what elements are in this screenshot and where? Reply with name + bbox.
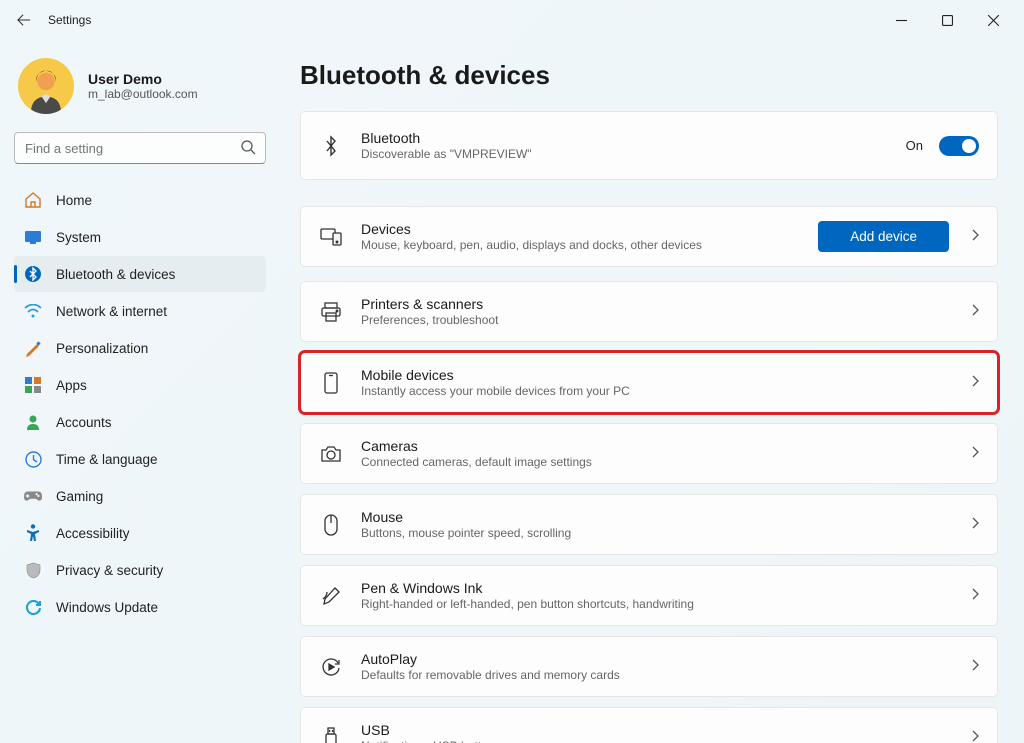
setting-card-autoplay[interactable]: AutoPlayDefaults for removable drives an… xyxy=(300,636,998,697)
setting-card-pen[interactable]: Pen & Windows InkRight-handed or left-ha… xyxy=(300,565,998,626)
setting-card-usb[interactable]: USBNotifications, USB battery saver xyxy=(300,707,998,743)
nav-label: Privacy & security xyxy=(56,563,163,578)
bluetooth-icon xyxy=(24,265,42,283)
setting-card-mouse[interactable]: MouseButtons, mouse pointer speed, scrol… xyxy=(300,494,998,555)
nav-list: Home System Bluetooth & devices Network & i… xyxy=(14,182,266,625)
personalization-icon xyxy=(24,339,42,357)
chevron-icon xyxy=(971,303,979,321)
page-title: Bluetooth & devices xyxy=(300,60,998,91)
bluetooth-title: Bluetooth xyxy=(361,130,532,146)
minimize-button[interactable] xyxy=(878,4,924,36)
update-icon xyxy=(24,598,42,616)
search-input[interactable] xyxy=(14,132,266,164)
maximize-button[interactable] xyxy=(924,4,970,36)
bluetooth-toggle[interactable] xyxy=(939,136,979,156)
chevron-icon xyxy=(971,516,979,534)
nav-item-home[interactable]: Home xyxy=(14,182,266,218)
gaming-icon xyxy=(24,487,42,505)
card-title: AutoPlay xyxy=(361,651,620,667)
bluetooth-state: On xyxy=(906,138,923,153)
accounts-icon xyxy=(24,413,42,431)
profile[interactable]: User Demo m_lab@outlook.com xyxy=(18,58,262,114)
nav-item-time[interactable]: Time & language xyxy=(14,441,266,477)
nav-item-gaming[interactable]: Gaming xyxy=(14,478,266,514)
nav-item-accessibility[interactable]: Accessibility xyxy=(14,515,266,551)
bluetooth-icon xyxy=(319,134,343,158)
setting-card-phone[interactable]: Mobile devicesInstantly access your mobi… xyxy=(300,352,998,413)
nav-label: Home xyxy=(56,193,92,208)
chevron-icon xyxy=(971,658,979,676)
card-title: Cameras xyxy=(361,438,592,454)
setting-card-printer[interactable]: Printers & scannersPreferences, troubles… xyxy=(300,281,998,342)
search-icon xyxy=(240,139,256,160)
nav-item-network[interactable]: Network & internet xyxy=(14,293,266,329)
card-subtitle: Right-handed or left-handed, pen button … xyxy=(361,597,694,611)
card-subtitle: Instantly access your mobile devices fro… xyxy=(361,384,630,398)
nav-label: Personalization xyxy=(56,341,148,356)
profile-email: m_lab@outlook.com xyxy=(88,87,198,101)
chevron-icon xyxy=(971,374,979,392)
nav-item-accounts[interactable]: Accounts xyxy=(14,404,266,440)
card-title: USB xyxy=(361,722,530,738)
printer-icon xyxy=(319,300,343,324)
devices-card[interactable]: Devices Mouse, keyboard, pen, audio, dis… xyxy=(300,206,998,267)
main-panel: Bluetooth & devices Bluetooth Discoverab… xyxy=(280,40,1024,743)
phone-icon xyxy=(319,371,343,395)
usb-icon xyxy=(319,726,343,743)
card-title: Printers & scanners xyxy=(361,296,498,312)
add-device-button[interactable]: Add device xyxy=(818,221,949,252)
bluetooth-subtitle: Discoverable as "VMPREVIEW" xyxy=(361,147,532,161)
window-title: Settings xyxy=(48,13,91,27)
time-icon xyxy=(24,450,42,468)
nav-item-system[interactable]: System xyxy=(14,219,266,255)
accessibility-icon xyxy=(24,524,42,542)
devices-subtitle: Mouse, keyboard, pen, audio, displays an… xyxy=(361,238,702,252)
setting-card-camera[interactable]: CamerasConnected cameras, default image … xyxy=(300,423,998,484)
chevron-icon xyxy=(971,729,979,743)
apps-icon xyxy=(24,376,42,394)
nav-label: Bluetooth & devices xyxy=(56,267,175,282)
devices-icon xyxy=(319,225,343,249)
chevron-icon xyxy=(971,445,979,463)
system-icon xyxy=(24,228,42,246)
nav-item-apps[interactable]: Apps xyxy=(14,367,266,403)
close-button[interactable] xyxy=(970,4,1016,36)
pen-icon xyxy=(319,584,343,608)
nav-label: Gaming xyxy=(56,489,103,504)
card-title: Pen & Windows Ink xyxy=(361,580,694,596)
nav-item-bluetooth[interactable]: Bluetooth & devices xyxy=(14,256,266,292)
home-icon xyxy=(24,191,42,209)
back-button[interactable] xyxy=(8,4,40,36)
nav-label: Windows Update xyxy=(56,600,158,615)
bluetooth-card[interactable]: Bluetooth Discoverable as "VMPREVIEW" On xyxy=(300,111,998,180)
card-subtitle: Notifications, USB battery saver xyxy=(361,739,530,743)
nav-item-update[interactable]: Windows Update xyxy=(14,589,266,625)
nav-label: Apps xyxy=(56,378,87,393)
camera-icon xyxy=(319,442,343,466)
card-subtitle: Buttons, mouse pointer speed, scrolling xyxy=(361,526,571,540)
nav-label: Accessibility xyxy=(56,526,130,541)
mouse-icon xyxy=(319,513,343,537)
card-title: Mobile devices xyxy=(361,367,630,383)
nav-label: System xyxy=(56,230,101,245)
card-subtitle: Connected cameras, default image setting… xyxy=(361,455,592,469)
card-subtitle: Defaults for removable drives and memory… xyxy=(361,668,620,682)
card-title: Mouse xyxy=(361,509,571,525)
nav-label: Accounts xyxy=(56,415,112,430)
nav-label: Time & language xyxy=(56,452,158,467)
privacy-icon xyxy=(24,561,42,579)
nav-item-personalization[interactable]: Personalization xyxy=(14,330,266,366)
search-container xyxy=(14,132,266,164)
avatar xyxy=(18,58,74,114)
card-subtitle: Preferences, troubleshoot xyxy=(361,313,498,327)
nav-label: Network & internet xyxy=(56,304,167,319)
profile-name: User Demo xyxy=(88,71,198,87)
network-icon xyxy=(24,302,42,320)
chevron-icon xyxy=(971,228,979,246)
nav-item-privacy[interactable]: Privacy & security xyxy=(14,552,266,588)
chevron-icon xyxy=(971,587,979,605)
sidebar: User Demo m_lab@outlook.com Home System Bl… xyxy=(0,40,280,743)
autoplay-icon xyxy=(319,655,343,679)
devices-title: Devices xyxy=(361,221,702,237)
